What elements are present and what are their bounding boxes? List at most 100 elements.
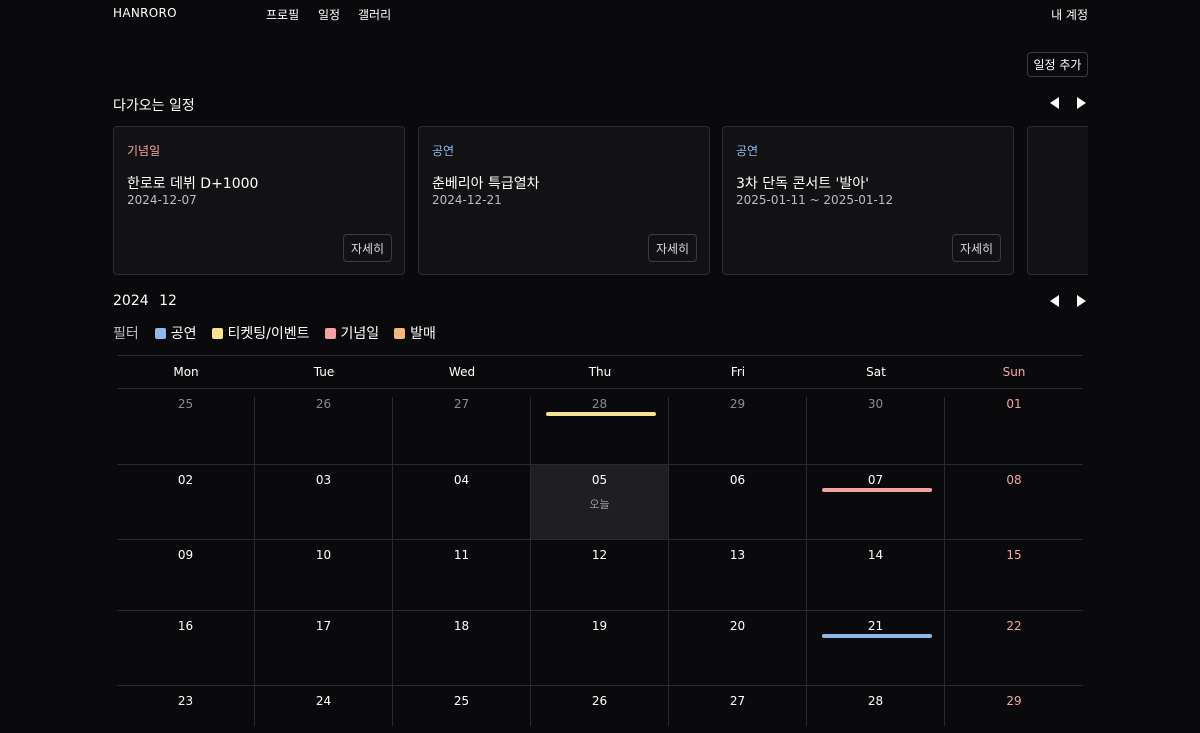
calendar-day[interactable]: 12 xyxy=(531,540,669,610)
calendar-day[interactable]: 30 xyxy=(807,397,945,464)
calendar-day[interactable]: 22 xyxy=(945,611,1083,685)
weekday-label: Sat xyxy=(866,365,886,379)
filter-item-label: 기념일 xyxy=(340,326,380,342)
calendar-week: 23 24 25 26 27 28 29 xyxy=(117,686,1083,726)
top-nav: HANRORO 프로필 일정 갤러리 내 계정 xyxy=(0,0,1200,28)
calendar-day[interactable]: 03 xyxy=(255,465,393,539)
details-button[interactable]: 자세히 xyxy=(648,234,697,262)
calendar-day[interactable]: 16 xyxy=(117,611,255,685)
day-number: 26 xyxy=(315,397,332,411)
weekday-label: Sun xyxy=(1002,365,1026,379)
upcoming-next-icon[interactable] xyxy=(1077,97,1086,109)
day-number: 14 xyxy=(867,548,884,562)
calendar-day[interactable]: 17 xyxy=(255,611,393,685)
calendar-day[interactable]: 21 xyxy=(807,611,945,685)
calendar-day[interactable]: 06 xyxy=(669,465,807,539)
weekday-header: Mon Tue Wed Thu Fri Sat Sun xyxy=(117,355,1083,389)
month-next-icon[interactable] xyxy=(1077,295,1086,307)
day-number: 04 xyxy=(453,473,470,487)
calendar-day[interactable]: 20 xyxy=(669,611,807,685)
event-category: 공연 xyxy=(736,144,759,158)
filter-release[interactable]: 발매 xyxy=(394,323,436,343)
event-card-partial[interactable] xyxy=(1027,126,1088,275)
day-number: 27 xyxy=(729,694,746,708)
today-label: 오늘 xyxy=(589,498,610,511)
event-bar[interactable] xyxy=(822,488,932,492)
day-number: 15 xyxy=(1006,548,1022,562)
calendar-day[interactable]: 15 xyxy=(945,540,1083,610)
day-number: 28 xyxy=(591,397,608,411)
calendar-day[interactable]: 02 xyxy=(117,465,255,539)
nav-link-profile[interactable]: 프로필 xyxy=(266,6,299,23)
calendar-day[interactable]: 28 xyxy=(531,397,669,464)
calendar-week: 25 26 27 28 29 30 01 xyxy=(117,389,1083,465)
filter-swatch xyxy=(154,327,166,339)
calendar-day[interactable]: 25 xyxy=(117,397,255,464)
calendar-day[interactable]: 14 xyxy=(807,540,945,610)
filter-ticketing-event[interactable]: 티켓팅/이벤트 xyxy=(211,323,310,343)
calendar-day[interactable]: 27 xyxy=(669,686,807,726)
day-number: 03 xyxy=(315,473,332,487)
filter-anniversary[interactable]: 기념일 xyxy=(324,323,380,343)
calendar-day[interactable]: 13 xyxy=(669,540,807,610)
calendar-day[interactable]: 07 xyxy=(807,465,945,539)
calendar-week: 02 03 04 05 오늘 06 07 08 xyxy=(117,465,1083,540)
day-number: 11 xyxy=(453,548,470,562)
day-number: 19 xyxy=(591,619,608,633)
details-button[interactable]: 자세히 xyxy=(952,234,1001,262)
day-number: 07 xyxy=(867,473,884,487)
day-number: 24 xyxy=(315,694,332,708)
month-prev-icon[interactable] xyxy=(1050,295,1059,307)
event-date: 2024-12-07 xyxy=(127,193,197,207)
calendar-week: 09 10 11 12 13 14 15 xyxy=(117,540,1083,611)
calendar-day[interactable]: 10 xyxy=(255,540,393,610)
calendar-day[interactable]: 01 xyxy=(945,397,1083,464)
calendar-day[interactable]: 24 xyxy=(255,686,393,726)
day-number: 28 xyxy=(867,694,884,708)
calendar-day[interactable]: 09 xyxy=(117,540,255,610)
day-number: 08 xyxy=(1006,473,1022,487)
calendar-day[interactable]: 11 xyxy=(393,540,531,610)
brand-logo[interactable]: HANRORO xyxy=(113,6,177,20)
month-label: 2024 12 xyxy=(113,293,183,309)
calendar-day[interactable]: 28 xyxy=(807,686,945,726)
event-title: 춘베리아 특급열차 xyxy=(432,176,540,192)
calendar-day[interactable]: 08 xyxy=(945,465,1083,539)
day-number: 06 xyxy=(729,473,746,487)
nav-link-schedule[interactable]: 일정 xyxy=(318,6,340,23)
event-date: 2025-01-11 ~ 2025-01-12 xyxy=(736,193,894,207)
event-category: 공연 xyxy=(432,144,455,158)
upcoming-prev-icon[interactable] xyxy=(1050,97,1059,109)
my-account-link[interactable]: 내 계정 xyxy=(1051,6,1088,23)
weekday-label: Mon xyxy=(173,365,199,379)
day-number: 25 xyxy=(453,694,470,708)
calendar-day[interactable]: 29 xyxy=(669,397,807,464)
add-schedule-button[interactable]: 일정 추가 xyxy=(1027,52,1088,77)
day-number: 09 xyxy=(177,548,194,562)
calendar-day[interactable]: 26 xyxy=(255,397,393,464)
calendar-day[interactable]: 05 오늘 xyxy=(531,465,669,539)
day-number: 12 xyxy=(591,548,608,562)
details-button[interactable]: 자세히 xyxy=(343,234,392,262)
month-calendar: Mon Tue Wed Thu Fri Sat Sun 25 26 27 28 29 30 01 02 03… xyxy=(117,355,1083,726)
calendar-day[interactable]: 23 xyxy=(117,686,255,726)
filter-performance[interactable]: 공연 xyxy=(154,323,197,343)
filter-swatch xyxy=(394,327,406,339)
calendar-day[interactable]: 26 xyxy=(531,686,669,726)
event-bar[interactable] xyxy=(822,634,932,638)
calendar-day[interactable]: 25 xyxy=(393,686,531,726)
calendar-day[interactable]: 27 xyxy=(393,397,531,464)
day-number: 16 xyxy=(177,619,194,633)
calendar-day[interactable]: 29 xyxy=(945,686,1083,726)
nav-link-gallery[interactable]: 갤러리 xyxy=(358,6,391,23)
day-number: 29 xyxy=(729,397,746,411)
filter-item-label: 발매 xyxy=(410,326,436,342)
calendar-day[interactable]: 18 xyxy=(393,611,531,685)
day-number: 20 xyxy=(729,619,746,633)
day-number: 26 xyxy=(591,694,608,708)
calendar-day[interactable]: 19 xyxy=(531,611,669,685)
calendar-day[interactable]: 04 xyxy=(393,465,531,539)
day-number: 05 xyxy=(591,473,608,487)
event-bar[interactable] xyxy=(546,412,656,416)
upcoming-title: 다가오는 일정 xyxy=(113,98,195,114)
